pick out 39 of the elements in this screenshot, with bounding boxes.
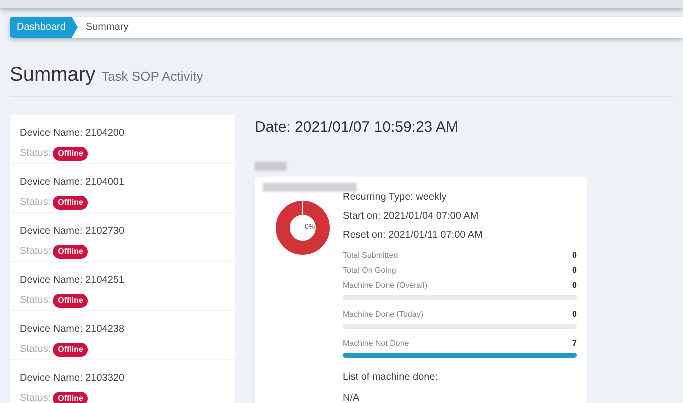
- status-label: Status:: [20, 392, 52, 403]
- stat-label: Total Submitted: [343, 250, 398, 262]
- redacted-text: [255, 162, 287, 170]
- stat-value: 7: [572, 338, 577, 350]
- stat-value: 0: [572, 264, 577, 276]
- stat-value: 0: [572, 250, 577, 262]
- status-label: Status:: [20, 343, 52, 357]
- list-title: List of machine done:: [343, 370, 440, 384]
- page-subtitle: Task SOP Activity: [102, 68, 204, 86]
- stat-label: Machine Done (Overall): [343, 280, 428, 292]
- stat-value: 0: [572, 308, 577, 320]
- status-badge: Offline: [53, 196, 88, 210]
- stat-label: Total On Going: [343, 264, 396, 276]
- info-text: Recurring Type: weekly: [343, 192, 448, 204]
- device-name: Device Name: 2104200: [20, 127, 126, 141]
- status-badge: Offline: [53, 244, 88, 258]
- info-text: Reset on: 2021/01/11 07:00 AM: [343, 230, 484, 242]
- stat-label: Machine Done (Today): [343, 308, 424, 320]
- status-badge: Offline: [53, 146, 88, 160]
- status-label: Status:: [20, 294, 52, 308]
- list-value: N/A: [343, 392, 361, 403]
- status-badge: Offline: [53, 294, 88, 308]
- status-badge: Offline: [53, 342, 88, 356]
- status-label: Status:: [20, 196, 52, 210]
- device-name: Device Name: 2104001: [20, 176, 126, 190]
- stat-value: 0: [572, 280, 577, 292]
- info-text: Start on: 2021/01/04 07:00 AM: [343, 210, 480, 222]
- page-title: Summary: [10, 63, 96, 88]
- date-text: Date: 2021/01/07 10:59:23 AM: [255, 118, 460, 138]
- device-name: Device Name: 2104251: [20, 274, 126, 288]
- device-name: Device Name: 2102730: [20, 225, 126, 239]
- breadcrumb-link[interactable]: Summary: [78, 17, 137, 38]
- stat-label: Machine Not Done: [343, 338, 410, 350]
- status-label: Status:: [20, 245, 52, 259]
- device-name: Device Name: 2103320: [20, 372, 126, 386]
- donut-chart: [275, 200, 331, 256]
- status-badge: Offline: [53, 392, 88, 403]
- status-label: Status:: [20, 147, 52, 161]
- device-name: Device Name: 2104238: [20, 323, 126, 337]
